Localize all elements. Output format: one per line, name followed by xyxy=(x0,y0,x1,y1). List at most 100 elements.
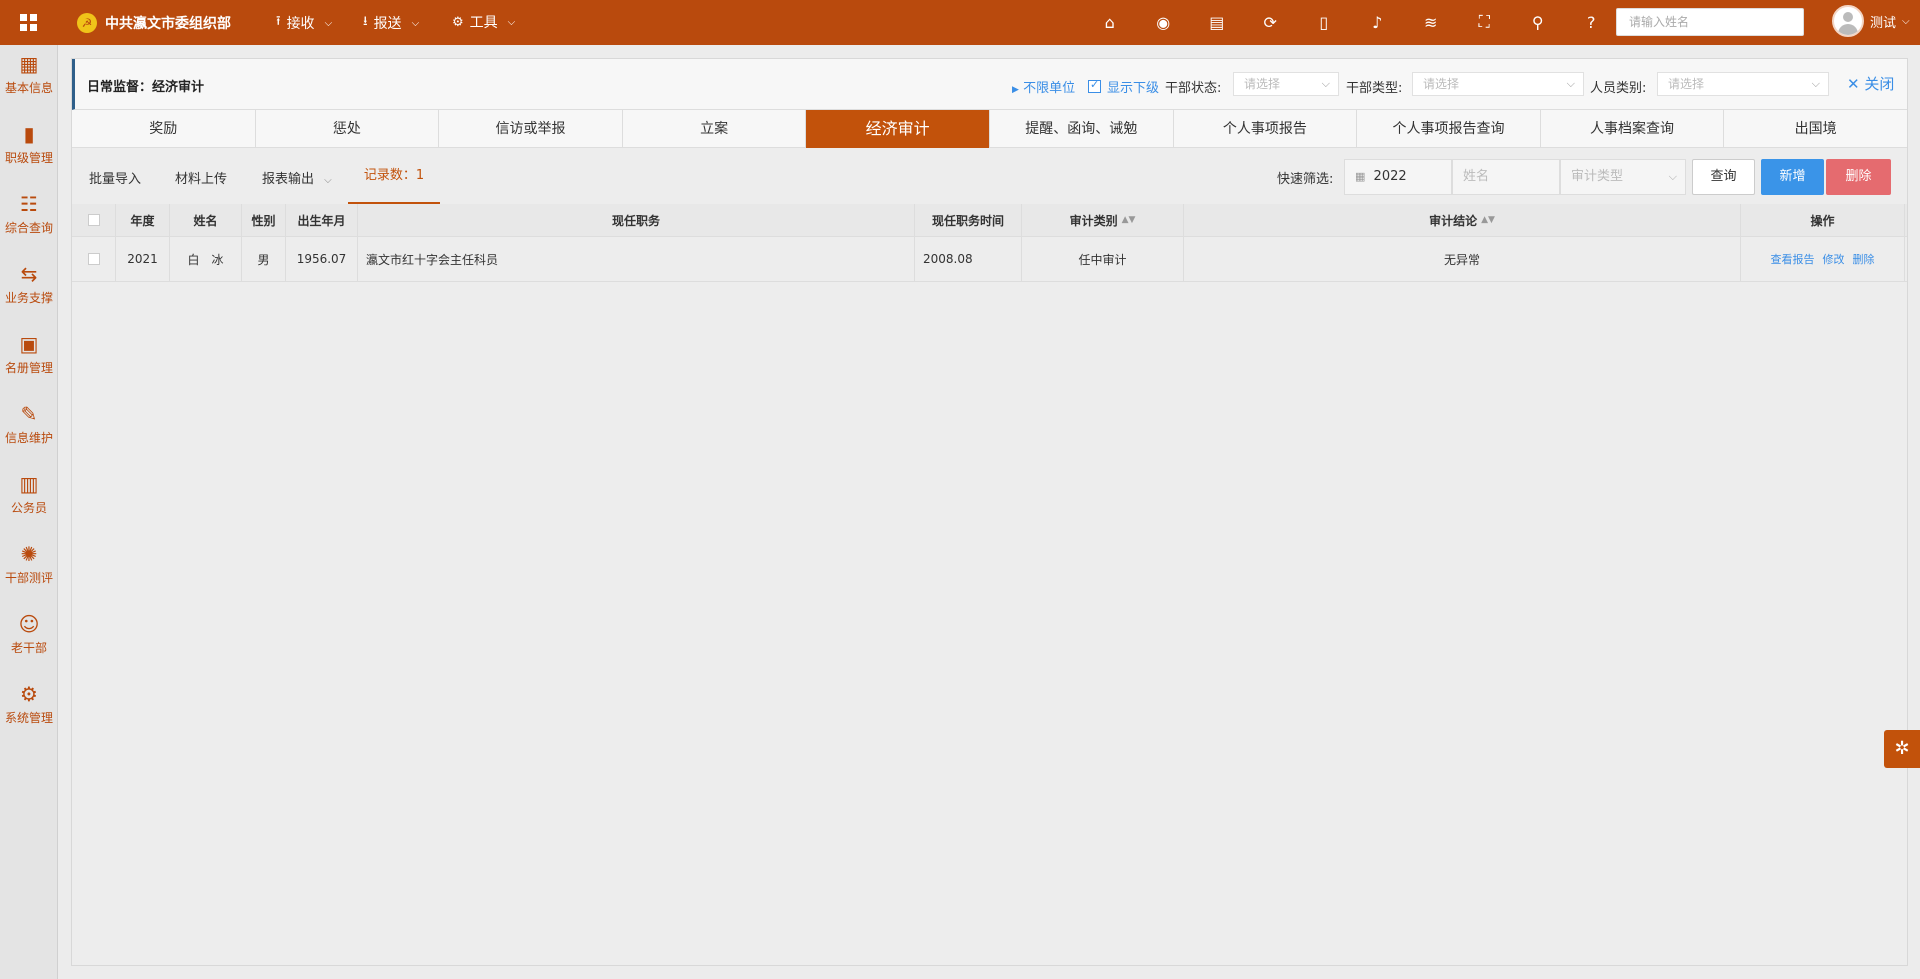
col-gender: 性别 xyxy=(242,204,286,236)
party-emblem-icon: ☭ xyxy=(77,13,97,33)
app-grid-icon[interactable] xyxy=(20,14,38,32)
personnel-category-select[interactable]: 请选择 ⌵ xyxy=(1657,72,1829,96)
show-subordinate-label: 显示下级 xyxy=(1107,81,1160,96)
sidebar-item-maintenance[interactable]: ✎ 信息维护 xyxy=(0,397,58,457)
avatar xyxy=(1832,5,1864,37)
search-icon[interactable]: ⚲ xyxy=(1511,10,1565,34)
cell-birth: 1956.07 xyxy=(286,237,358,281)
menu-tools[interactable]: ⚙ 工具 ⌵ xyxy=(452,12,515,32)
menu-receive-label: 接收 xyxy=(286,16,315,32)
sidebar-item-query[interactable]: ☷ 综合查询 xyxy=(0,187,58,247)
sidebar-item-support[interactable]: ⇆ 业务支撑 xyxy=(0,257,58,317)
database-icon[interactable]: ≋ xyxy=(1404,10,1458,34)
sidebar-item-label: 系统管理 xyxy=(4,711,53,725)
sidebar-item-roster[interactable]: ▣ 名册管理 xyxy=(0,327,58,387)
user-edit-icon: ✎ xyxy=(20,402,38,426)
name-filter-input[interactable]: 姓名 xyxy=(1452,159,1560,195)
query-button[interactable]: 查询 xyxy=(1692,159,1755,195)
show-subordinate-checkbox[interactable]: 显示下级 xyxy=(1088,77,1159,96)
help-icon[interactable]: ? xyxy=(1565,10,1619,34)
sidebar-item-label: 职级管理 xyxy=(4,151,53,165)
sidebar-item-rank[interactable]: ▮ 职级管理 xyxy=(0,117,58,177)
fullscreen-icon[interactable]: ⛶ xyxy=(1458,10,1512,34)
sidebar-item-label: 名册管理 xyxy=(4,361,53,375)
menu-receive[interactable]: ⭱ 接收 ⌵ xyxy=(276,12,332,34)
eye-icon[interactable]: ◉ xyxy=(1137,10,1191,34)
close-icon: ✕ xyxy=(1847,75,1860,93)
sidebar-item-evaluation[interactable]: ✺ 干部测评 xyxy=(0,537,58,597)
audit-type-select[interactable]: 审计类型 ⌵ xyxy=(1560,159,1686,195)
cadre-status-placeholder: 请选择 xyxy=(1244,77,1281,91)
list-icon: ☷ xyxy=(20,192,38,216)
col-conclusion[interactable]: 审计结论 ▲▼ xyxy=(1184,204,1741,236)
refresh-icon[interactable]: ⟳ xyxy=(1244,10,1298,34)
tab-reward[interactable]: 奖励 xyxy=(72,110,256,148)
add-button[interactable]: 新增 xyxy=(1761,159,1824,195)
cell-audit-type: 任中审计 xyxy=(1022,237,1184,281)
menu-submit[interactable]: ⭳ 报送 ⌵ xyxy=(363,12,419,34)
delete-link[interactable]: 删除 xyxy=(1853,251,1875,267)
table-row[interactable]: 2021 白 冰 男 1956.07 瀛文市红十字会主任科员 2008.08 任… xyxy=(72,237,1907,282)
delete-button[interactable]: 删除 xyxy=(1826,159,1891,195)
tab-economic-audit[interactable]: 经济审计 xyxy=(806,110,990,148)
download-icon: ⭳ xyxy=(363,14,368,29)
tab-personal-report[interactable]: 个人事项报告 xyxy=(1174,110,1358,148)
year-input[interactable]: ▦ 2022 xyxy=(1344,159,1452,195)
unlimited-unit-toggle[interactable]: ▶ 不限单位 xyxy=(1012,77,1075,96)
upload-icon: ⭱ xyxy=(276,14,281,29)
tab-overseas[interactable]: 出国境 xyxy=(1724,110,1907,148)
personnel-category-label: 人员类别: xyxy=(1590,81,1647,96)
tab-personal-report-query[interactable]: 个人事项报告查询 xyxy=(1357,110,1541,148)
book-icon[interactable]: ▤ xyxy=(1190,10,1244,34)
sidebar-item-label: 综合查询 xyxy=(4,221,53,235)
record-count-tab[interactable]: 记录数：1 xyxy=(348,148,440,204)
cadre-type-placeholder: 请选择 xyxy=(1423,77,1460,91)
sidebar: ▦ 基本信息 ▮ 职级管理 ☷ 综合查询 ⇆ 业务支撑 ▣ 名册管理 ✎ 信息维… xyxy=(0,45,58,979)
cell-ops: 查看报告 修改 删除 xyxy=(1741,237,1905,281)
checkbox-checked-icon xyxy=(1088,78,1101,93)
select-all-checkbox[interactable] xyxy=(87,214,100,226)
cell-position-time: 2008.08 xyxy=(915,237,1022,281)
chevron-down-icon: ⌵ xyxy=(411,17,420,29)
cell-year: 2021 xyxy=(116,237,170,281)
settings-icon: ✺ xyxy=(20,542,38,566)
col-audit-type[interactable]: 审计类别 ▲▼ xyxy=(1022,204,1184,236)
tab-petition[interactable]: 信访或举报 xyxy=(439,110,623,148)
row-checkbox[interactable] xyxy=(87,253,100,265)
home-icon[interactable]: ⌂ xyxy=(1083,10,1137,34)
audit-type-placeholder: 审计类型 xyxy=(1571,169,1624,184)
sidebar-item-system[interactable]: ⚙ 系统管理 xyxy=(0,677,58,737)
close-button[interactable]: ✕ 关闭 xyxy=(1847,73,1894,94)
sidebar-item-civil-servant[interactable]: ▥ 公务员 xyxy=(0,467,58,527)
view-report-link[interactable]: 查看报告 xyxy=(1771,251,1815,267)
cadre-status-select[interactable]: 请选择 ⌵ xyxy=(1233,72,1339,96)
edit-link[interactable]: 修改 xyxy=(1823,251,1845,267)
report-export-label: 报表输出 xyxy=(262,172,315,187)
brand-name: 中共瀛文市委组织部 xyxy=(105,16,231,32)
sidebar-item-basic-info[interactable]: ▦ 基本信息 xyxy=(0,47,58,107)
cadre-type-select[interactable]: 请选择 ⌵ xyxy=(1412,72,1584,96)
sidebar-item-label: 老干部 xyxy=(10,641,47,655)
bell-icon[interactable]: ♪ xyxy=(1351,10,1405,34)
name-search-input[interactable]: 请输入姓名 xyxy=(1616,8,1804,36)
sidebar-item-retired[interactable]: ☺ 老干部 xyxy=(0,607,58,667)
tab-punishment[interactable]: 惩处 xyxy=(256,110,440,148)
flow-icon: ⇆ xyxy=(20,262,38,286)
tab-reminder[interactable]: 提醒、函询、诫勉 xyxy=(990,110,1174,148)
table-header-row: 年度 姓名 性别 出生年月 现任职务 现任职务时间 审计类别 ▲▼ 审计结论 ▲… xyxy=(72,204,1907,237)
system-icon: ⚙ xyxy=(20,682,38,706)
unlimited-unit-label: 不限单位 xyxy=(1023,81,1076,96)
mobile-icon[interactable]: ▯ xyxy=(1297,10,1351,34)
tab-personnel-archive[interactable]: 人事档案查询 xyxy=(1541,110,1725,148)
cell-name: 白 冰 xyxy=(170,237,242,281)
tab-case[interactable]: 立案 xyxy=(623,110,807,148)
top-icon-bar: ⌂ ◉ ▤ ⟳ ▯ ♪ ≋ ⛶ ⚲ ? xyxy=(1083,10,1618,34)
chevron-down-icon: ⌵ xyxy=(1321,77,1330,90)
user-menu[interactable]: 测试 ⌵ xyxy=(1832,5,1910,37)
report-export-button[interactable]: 报表输出 ⌵ xyxy=(262,168,332,187)
floating-settings-button[interactable]: ✲ xyxy=(1884,730,1920,768)
material-upload-button[interactable]: 材料上传 xyxy=(175,168,227,187)
batch-import-button[interactable]: 批量导入 xyxy=(89,168,141,187)
cadre-type-label: 干部类型: xyxy=(1346,81,1403,96)
caret-right-icon: ▶ xyxy=(1012,85,1019,95)
